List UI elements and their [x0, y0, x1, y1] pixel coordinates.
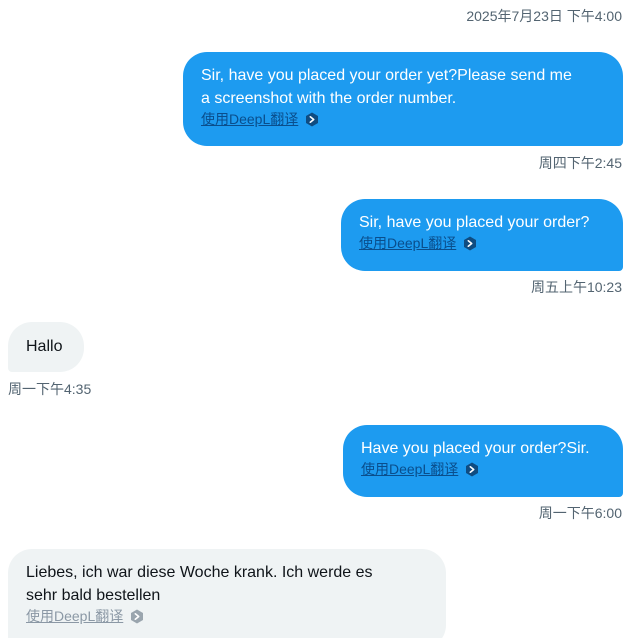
message-text: Sir, have you placed your order yet?Plea… [201, 67, 572, 107]
message-text: Sir, have you placed your order? [359, 214, 590, 231]
translate-row: 使用DeepL翻译 [359, 234, 605, 252]
translate-row: 使用DeepL翻译 [26, 607, 428, 625]
translate-with-deepl-link[interactable]: 使用DeepL翻译 [359, 234, 456, 252]
message-text: Liebes, ich war diese Woche krank. Ich w… [26, 564, 373, 604]
sent-message-bubble[interactable]: Have you placed your order?Sir. 使用DeepL翻… [343, 425, 623, 497]
translate-with-deepl-link[interactable]: 使用DeepL翻译 [26, 607, 123, 625]
deepl-icon[interactable] [129, 609, 144, 624]
message-timestamp: 周一下午4:35 [8, 381, 92, 397]
translate-row: 使用DeepL翻译 [361, 460, 605, 478]
deepl-icon[interactable] [464, 462, 479, 477]
message-timestamp: 周一下午6:00 [538, 505, 622, 521]
deepl-icon[interactable] [304, 112, 319, 127]
translate-with-deepl-link[interactable]: 使用DeepL翻译 [201, 110, 298, 128]
deepl-icon[interactable] [462, 236, 477, 251]
sent-message-bubble[interactable]: Sir, have you placed your order? 使用DeepL… [341, 199, 623, 271]
message-timestamp: 2025年7月23日 下午4:00 [466, 8, 622, 24]
message-thread: 2025年7月23日 下午4:00 Sir, have you placed y… [0, 0, 636, 638]
received-message-bubble[interactable]: Hallo [8, 322, 84, 372]
received-message-bubble[interactable]: Liebes, ich war diese Woche krank. Ich w… [8, 549, 446, 638]
message-text: Have you placed your order?Sir. [361, 440, 590, 457]
message-text: Hallo [26, 338, 63, 355]
translate-with-deepl-link[interactable]: 使用DeepL翻译 [361, 460, 458, 478]
message-timestamp: 周五上午10:23 [530, 279, 622, 295]
translate-row: 使用DeepL翻译 [201, 110, 605, 128]
message-timestamp: 周四下午2:45 [538, 155, 622, 171]
sent-message-bubble[interactable]: Sir, have you placed your order yet?Plea… [183, 52, 623, 146]
